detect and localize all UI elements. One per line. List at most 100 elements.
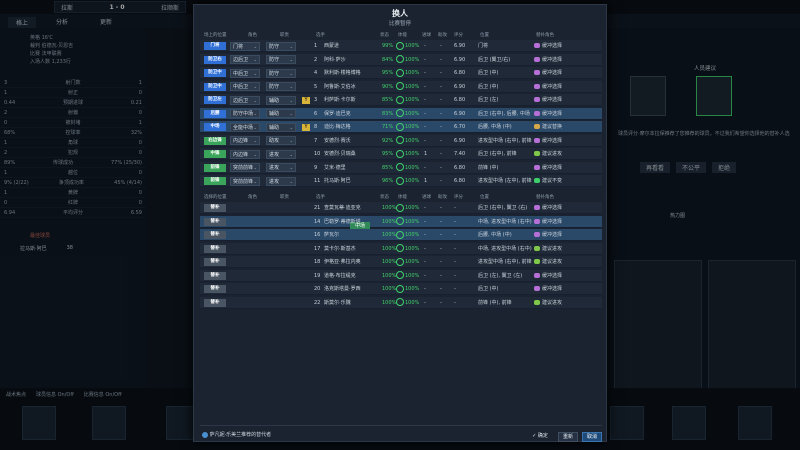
role-badge <box>302 81 310 93</box>
role-dropdown[interactable]: 边后卫 ⌄ <box>230 55 260 64</box>
position-tag[interactable]: 前锋 <box>204 163 226 172</box>
column-header: 替补角色 <box>536 33 554 38</box>
player-name[interactable]: 默利斯·楼格博格 <box>324 67 380 79</box>
player-name[interactable]: 莫卡尔·斯基杰 <box>324 243 380 255</box>
position-tag[interactable]: 右边锋 <box>204 136 226 145</box>
duty-dropdown[interactable]: 助攻 ⌄ <box>266 136 296 145</box>
starter-row[interactable]: 防卫中 中后卫 ⌄ 防守 ⌄ 4 默利斯·楼格博格 95% 100% - -6.80 后卫 (中) 缓冲… <box>200 67 602 79</box>
player-name[interactable]: 迪比·梅达格 <box>324 121 380 133</box>
starter-row[interactable]: 防卫左 边后卫 ⌄ 辅助 ⌄ Y 3 利萨斯·卡尔斯 85% 100% - -6.80 后卫 (左) 缓冲… <box>200 94 602 106</box>
position-tag[interactable]: 替补 <box>204 271 226 280</box>
player-name[interactable]: 保罗·迪巴克 <box>324 108 380 120</box>
position-tag[interactable]: 替补 <box>204 217 226 226</box>
shirt-number: 19 <box>314 272 321 279</box>
position-tag[interactable]: 前锋 <box>204 177 226 185</box>
player-name[interactable]: 道格·布拉缇克 <box>324 270 380 282</box>
substitute-row[interactable]: 替补 中场 14 巴勒罗·蒂德斯塔 100% 100% - - - 中场, 进攻型中场 (右中) 缓… <box>200 215 602 230</box>
player-name[interactable]: 艾米·德里 <box>324 162 380 174</box>
confirm-button[interactable]: ✓ 确定 <box>528 432 552 442</box>
player-name[interactable]: 阿科·萨沙 <box>324 54 380 66</box>
sub-role-label: 缓冲选择 <box>542 83 563 90</box>
duty-dropdown[interactable]: 防守 ⌄ <box>266 41 296 51</box>
substitute-row[interactable]: 替补 17 莫卡尔·斯基杰 100% 100% - - - 中场, 进攻型中场 (右中) 建议进攻 <box>200 242 602 255</box>
player-name[interactable]: 萨瓦尔 <box>324 229 380 241</box>
fitness-ring-icon <box>396 271 404 279</box>
role-dropdown[interactable]: 边后卫 ⌄ <box>230 95 260 105</box>
position-tag[interactable]: 替补 <box>204 244 226 253</box>
position-tag[interactable]: 防卫右 <box>204 55 226 64</box>
duty-dropdown[interactable]: 辅助 ⌄ <box>266 109 296 118</box>
fitness-ring-icon <box>396 68 404 77</box>
substitute-row[interactable]: 替补 19 道格·布拉缇克 100% 100% - - - 后卫 (左), 翼卫 (左) 缓冲选择 <box>200 269 602 282</box>
player-name[interactable]: 西蒙逊 <box>324 40 380 52</box>
cancel-button[interactable]: 取消 <box>582 432 602 442</box>
player-name[interactable]: 托马斯·阿巴 <box>324 175 380 187</box>
duty-dropdown[interactable]: 防守 ⌄ <box>266 82 296 91</box>
starter-row[interactable]: 中场 全能中场 ⌄ 辅助 ⌄ Y 8 迪比·梅达格 71% 100% - -6.70 后腰, 中场 (中… <box>200 121 602 133</box>
substitute-row[interactable]: 替补 21 查莫瓦蒂·迪亚克 100% 100% - - - 后卫 (右中), 翼卫 (右) 缓冲… <box>200 202 602 214</box>
player-name[interactable]: 阿鲁斯·艾伯冰 <box>324 81 380 93</box>
reset-button[interactable]: 重新 <box>558 432 578 442</box>
player-name[interactable]: 查莫瓦蒂·迪亚克 <box>324 202 380 214</box>
starter-row[interactable]: 前锋 突前前锋 ⌄ 进攻 ⌄ 9 艾米·德里 85% 100% - -6.80 前锋 (中) 缓冲选择 <box>200 161 602 174</box>
duty-dropdown[interactable]: 进攻 ⌄ <box>266 149 296 159</box>
starter-row[interactable]: 后腰 防守中场 ⌄ 辅助 ⌄ 6 保罗·迪巴克 83% 100% - -6.90 后卫 (右中), 后… <box>200 107 602 120</box>
duty-dropdown[interactable]: 防守 ⌄ <box>266 55 296 64</box>
duty-dropdown[interactable]: 辅助 ⌄ <box>266 95 296 105</box>
chevron-down-icon: ⌄ <box>253 111 257 116</box>
role-dropdown[interactable]: 全能中场 ⌄ <box>230 122 260 132</box>
role-dropdown[interactable]: 中后卫 ⌄ <box>230 68 260 78</box>
substitute-row[interactable]: 替补 22 斯莫尔·乐魏 100% 100% - - - 前锋 (中), 前锋 建议进攻 <box>200 296 602 309</box>
role-dropdown[interactable]: 突前前锋 ⌄ <box>230 163 260 172</box>
position-tag[interactable]: 防卫左 <box>204 96 226 104</box>
position-tag[interactable]: 替补 <box>204 285 226 293</box>
column-header: 替补角色 <box>536 195 554 200</box>
substitute-row[interactable]: 替补 16 萨瓦尔 100% 100% - - - 后腰, 中场 (中) 缓冲选择 <box>200 229 602 241</box>
starter-row[interactable]: 前锋 突前前锋 ⌄ 进攻 ⌄ 11 托马斯·阿巴 96% 100% 1 - 6.80 进攻型中场 (左中… <box>200 175 602 187</box>
position-tag[interactable]: 后腰 <box>204 109 226 118</box>
role-dropdown[interactable]: 中后卫 ⌄ <box>230 82 260 91</box>
position-tag[interactable]: 替补 <box>204 258 226 266</box>
role-dropdown[interactable]: 防守中场 ⌄ <box>230 109 260 118</box>
role-badge <box>302 108 310 120</box>
position-tag[interactable]: 防卫中 <box>204 69 226 77</box>
starter-row[interactable]: 中锋 内边锋 ⌄ 进攻 ⌄ 10 安德烈·贝瑞桑 95% 100% 1 - 7.40 后卫 (右中), … <box>200 148 602 160</box>
sub-role: 缓冲选择 <box>534 108 600 120</box>
starter-row[interactable]: 防卫中 中后卫 ⌄ 防守 ⌄ 5 阿鲁斯·艾伯冰 90% 100% - -6.90 后卫 (中) 缓冲选… <box>200 80 602 93</box>
player-name[interactable]: 安德烈·赛沃 <box>324 135 380 147</box>
player-name[interactable]: 利萨斯·卡尔斯 <box>324 94 380 106</box>
position-tag[interactable]: 中锋 <box>204 150 226 158</box>
position-tag[interactable]: 替补 <box>204 231 226 239</box>
starter-row[interactable]: 右边锋 内边锋 ⌄ 助攻 ⌄ 7 安德烈·赛沃 92% 100% - -6.90 进攻型中场 (右中)… <box>200 134 602 147</box>
duty-dropdown[interactable]: 辅助 ⌄ <box>266 122 296 132</box>
player-name[interactable]: 斯莫尔·乐魏 <box>324 297 380 309</box>
player-name[interactable]: 伊格亚·弗拉内奥 <box>324 256 380 268</box>
duty-dropdown[interactable]: 进攻 ⌄ <box>266 163 296 172</box>
goals-value: - <box>424 205 426 211</box>
fitness-value: 100% <box>405 259 420 265</box>
position-tag[interactable]: 防卫中 <box>204 82 226 91</box>
role-dropdown[interactable]: 内边锋 ⌄ <box>230 136 260 145</box>
starter-row[interactable]: 防卫右 边后卫 ⌄ 防守 ⌄ 2 阿科·萨沙 84% 100% - -6.90 后卫 (翼卫/右) 缓冲… <box>200 53 602 66</box>
substitute-row[interactable]: 替补 20 洛克斯塔曼·罗西 100% 100% - - - 后卫 (中) 缓冲选择 <box>200 283 602 295</box>
position-tag[interactable]: 门将 <box>204 42 226 50</box>
role-dropdown[interactable]: 突前前锋 ⌄ <box>230 176 260 186</box>
position-tag[interactable]: 中场 <box>204 123 226 131</box>
fitness-ring-icon <box>396 230 404 239</box>
role-dropdown[interactable]: 内边锋 ⌄ <box>230 149 260 159</box>
player-name[interactable]: 巴勒罗·蒂德斯塔 <box>324 216 380 228</box>
fitness-indicator: 100% <box>396 81 420 93</box>
fitness-ring-icon <box>396 136 404 144</box>
fitness-ring-icon <box>396 82 404 90</box>
position-tag[interactable]: 替补 <box>204 204 226 212</box>
substitute-row[interactable]: 替补 18 伊格亚·弗拉内奥 100% 100% - - - 进攻型中场 (右中), 前锋 建议进… <box>200 256 602 268</box>
duty-dropdown[interactable]: 进攻 ⌄ <box>266 176 296 186</box>
player-name[interactable]: 洛克斯塔曼·罗西 <box>324 283 380 295</box>
player-name[interactable]: 安德烈·贝瑞桑 <box>324 148 380 160</box>
starter-row[interactable]: 门将 门将 ⌄ 防守 ⌄ 1 西蒙逊 99% 100% - -6.90 门将 缓冲选择 <box>200 40 602 52</box>
role-dropdown[interactable]: 门将 ⌄ <box>230 41 260 51</box>
assists-value: - <box>440 178 442 184</box>
position-tag[interactable]: 替补 <box>204 298 226 307</box>
sub-role-icon <box>534 218 540 224</box>
duty-dropdown[interactable]: 防守 ⌄ <box>266 68 296 78</box>
